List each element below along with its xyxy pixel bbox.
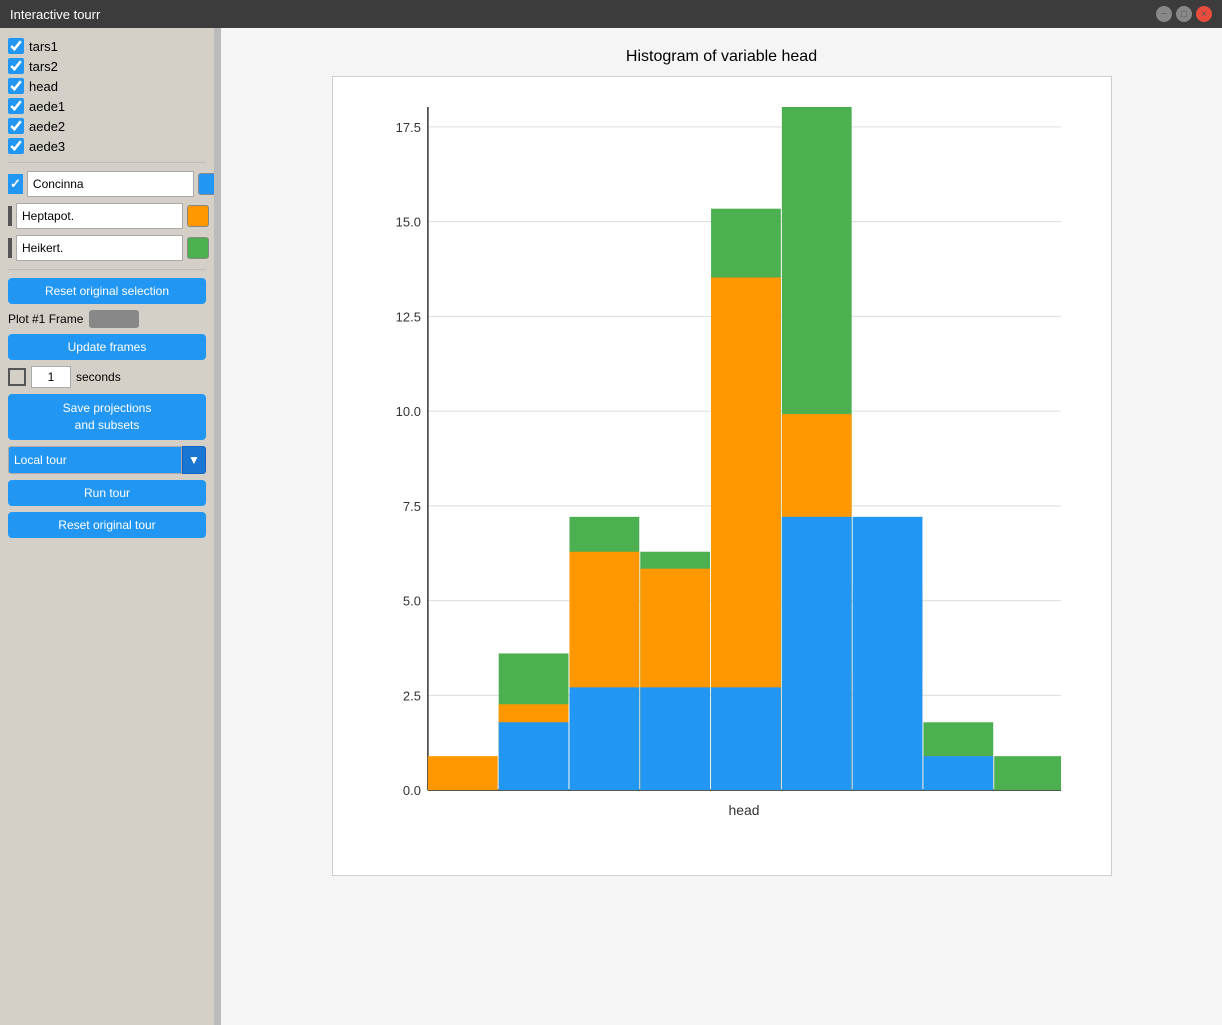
species-color-heptapot[interactable] [187, 205, 209, 227]
species-input-heptapot[interactable] [16, 203, 183, 229]
local-tour-select[interactable]: Local tour Grand tour Guided tour [8, 446, 182, 474]
bar-8-green [994, 756, 1061, 790]
var-label-aede2: aede2 [29, 119, 65, 134]
seconds-label: seconds [76, 370, 121, 384]
species-row-heikert [8, 235, 206, 261]
svg-text:7.5: 7.5 [402, 499, 420, 514]
var-row-tars2: tars2 [8, 58, 206, 74]
species-checkbox-heptapot[interactable] [8, 206, 12, 226]
var-checkbox-tars1[interactable] [8, 38, 24, 54]
svg-text:10.0: 10.0 [395, 404, 420, 419]
bar-6-blue [852, 517, 922, 790]
local-tour-dropdown-arrow[interactable]: ▼ [182, 446, 206, 474]
var-label-tars2: tars2 [29, 59, 58, 74]
var-checkbox-tars2[interactable] [8, 58, 24, 74]
svg-text:12.5: 12.5 [395, 309, 420, 324]
species-checkbox-concinna[interactable] [8, 174, 23, 194]
svg-text:5.0: 5.0 [402, 594, 420, 609]
seconds-input[interactable] [31, 366, 71, 388]
var-row-aede2: aede2 [8, 118, 206, 134]
app-title: Interactive tourr [10, 7, 100, 22]
seconds-checkbox[interactable] [8, 368, 26, 386]
var-checkbox-aede3[interactable] [8, 138, 24, 154]
divider-1 [8, 162, 206, 163]
species-row-concinna [8, 171, 206, 197]
bar-2-blue [569, 687, 639, 790]
frame-slider[interactable] [89, 310, 139, 328]
bar-7-blue [923, 756, 993, 790]
bar-5-blue [781, 517, 851, 790]
plot-frame-row: Plot #1 Frame [8, 310, 206, 328]
svg-text:15.0: 15.0 [395, 215, 420, 230]
content-area: Histogram of variable head 0.0 2.5 5.0 7… [221, 28, 1222, 1025]
svg-text:0.0: 0.0 [402, 783, 420, 798]
divider-2 [8, 269, 206, 270]
bar-4-blue [711, 687, 781, 790]
svg-text:17.5: 17.5 [395, 120, 420, 135]
reset-selection-button[interactable]: Reset original selection [8, 278, 206, 304]
var-label-aede1: aede1 [29, 99, 65, 114]
bar-1-blue [498, 722, 568, 790]
species-color-concinna[interactable] [198, 173, 215, 195]
chart-container: 0.0 2.5 5.0 7.5 10.0 12.5 15.0 17.5 20.0 [332, 76, 1112, 876]
close-button[interactable]: × [1196, 6, 1212, 22]
save-projections-button[interactable]: Save projections and subsets [8, 394, 206, 440]
seconds-row: seconds [8, 366, 206, 388]
svg-text:2.5: 2.5 [402, 688, 420, 703]
local-tour-row: Local tour Grand tour Guided tour ▼ [8, 446, 206, 474]
titlebar: Interactive tourr − □ × [0, 0, 1222, 28]
update-frames-button[interactable]: Update frames [8, 334, 206, 360]
plot-frame-label: Plot #1 Frame [8, 312, 83, 326]
species-checkbox-heikert[interactable] [8, 238, 12, 258]
histogram-svg: 0.0 2.5 5.0 7.5 10.0 12.5 15.0 17.5 20.0 [393, 97, 1071, 815]
var-label-aede3: aede3 [29, 139, 65, 154]
bar-3-blue [640, 687, 710, 790]
species-input-concinna[interactable] [27, 171, 194, 197]
var-label-tars1: tars1 [29, 39, 58, 54]
sidebar: tars1 tars2 head aede1 aede2 aede3 [0, 28, 215, 1025]
x-axis-label: head [728, 802, 759, 815]
bar-0-orange [427, 756, 497, 790]
window-controls: − □ × [1156, 6, 1212, 22]
var-checkbox-aede1[interactable] [8, 98, 24, 114]
var-row-tars1: tars1 [8, 38, 206, 54]
var-row-head: head [8, 78, 206, 94]
var-label-head: head [29, 79, 58, 94]
chart-title: Histogram of variable head [626, 48, 817, 66]
main-layout: tars1 tars2 head aede1 aede2 aede3 [0, 28, 1222, 1025]
var-row-aede3: aede3 [8, 138, 206, 154]
var-checkbox-aede2[interactable] [8, 118, 24, 134]
maximize-button[interactable]: □ [1176, 6, 1192, 22]
var-row-aede1: aede1 [8, 98, 206, 114]
species-color-heikert[interactable] [187, 237, 209, 259]
species-input-heikert[interactable] [16, 235, 183, 261]
species-row-heptapot [8, 203, 206, 229]
minimize-button[interactable]: − [1156, 6, 1172, 22]
reset-tour-button[interactable]: Reset original tour [8, 512, 206, 538]
var-checkbox-head[interactable] [8, 78, 24, 94]
run-tour-button[interactable]: Run tour [8, 480, 206, 506]
